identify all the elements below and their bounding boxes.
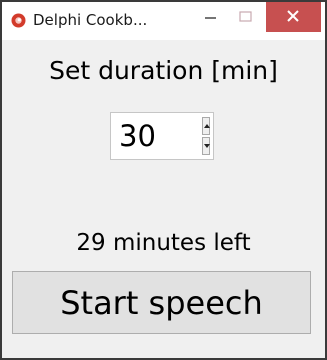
duration-label: Set duration [min] — [49, 56, 278, 85]
minimize-button[interactable] — [198, 4, 224, 32]
spin-up-button[interactable] — [202, 117, 210, 135]
duration-input-value[interactable]: 30 — [119, 119, 156, 153]
close-button[interactable] — [266, 2, 321, 32]
duration-spin-edit[interactable]: 30 — [110, 112, 214, 160]
arrow-up-icon — [204, 124, 210, 128]
minimize-icon — [205, 17, 216, 19]
arrow-down-icon — [204, 144, 210, 148]
delphi-app-icon — [11, 13, 26, 28]
app-window: Delphi Cookb... Set duration [min] 30 29… — [0, 0, 327, 360]
start-speech-button[interactable]: Start speech — [12, 271, 311, 334]
maximize-icon — [239, 11, 252, 22]
spin-down-button[interactable] — [202, 137, 210, 155]
close-icon — [287, 10, 299, 22]
maximize-button[interactable] — [233, 4, 259, 32]
time-left-status: 29 minutes left — [76, 230, 251, 256]
window-title: Delphi Cookb... — [33, 11, 148, 29]
form-client-area: Set duration [min] 30 29 minutes left St… — [2, 40, 325, 358]
title-bar[interactable]: Delphi Cookb... — [2, 2, 325, 40]
